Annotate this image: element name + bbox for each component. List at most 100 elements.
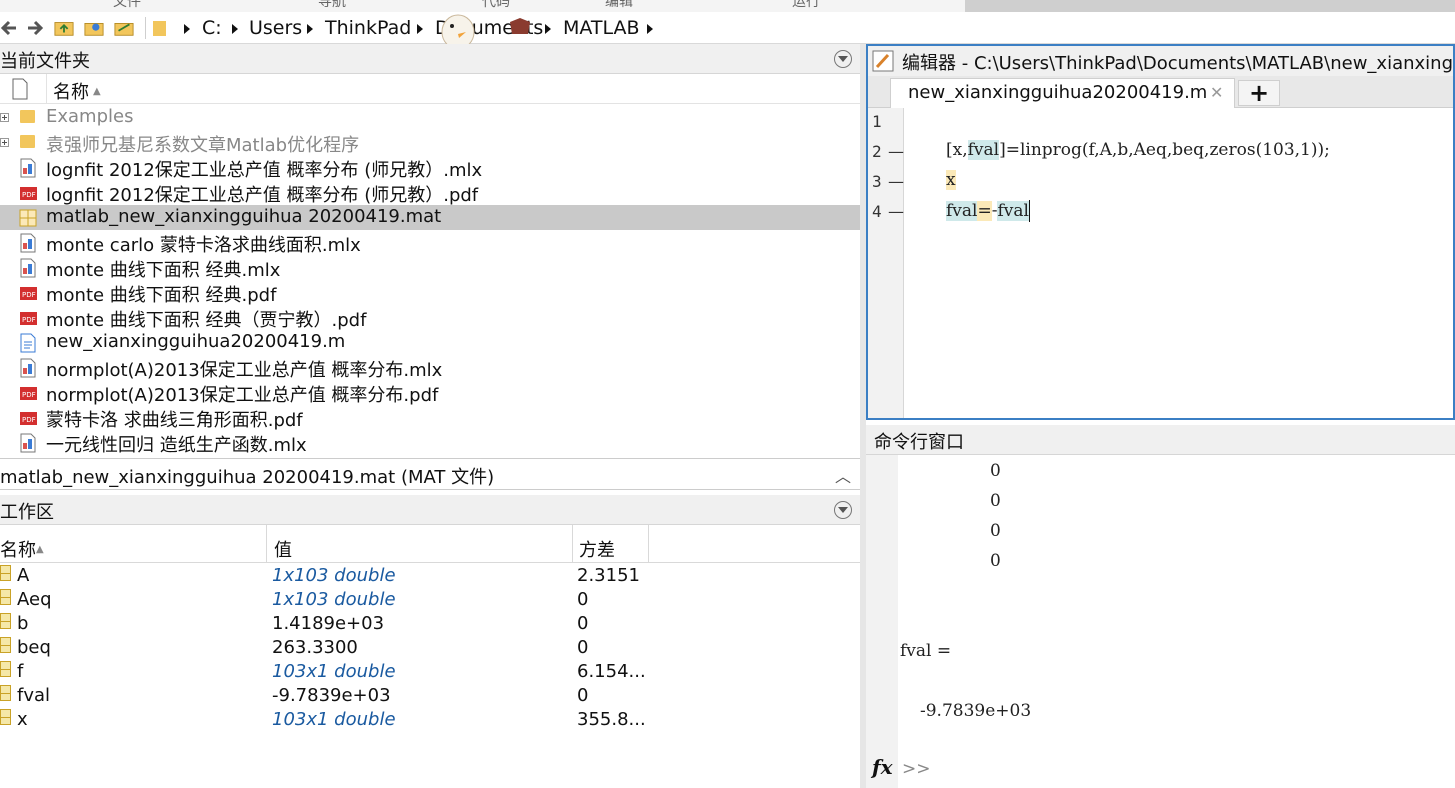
- pdf-file-icon: PDF: [20, 412, 37, 425]
- list-item[interactable]: normplot(A)2013保定工业总产值 概率分布.mlx: [0, 355, 860, 381]
- panel-actions-icon[interactable]: [834, 50, 852, 68]
- ws-col-variance[interactable]: 方差: [579, 536, 615, 562]
- var-variance: 0: [577, 637, 589, 658]
- var-variance: 0: [577, 589, 589, 610]
- file-name: new_xianxingguihua20200419.m: [46, 331, 346, 352]
- list-item[interactable]: Examples: [0, 105, 860, 130]
- var-value: 1x103 double: [272, 565, 396, 586]
- workspace-columns: 名称 ▲ 值 方差: [0, 525, 860, 563]
- code-token: ]=linprog(f,A,b,Aeq,beq,zeros(103,1));: [999, 140, 1330, 160]
- up-folder-icon[interactable]: [54, 18, 74, 38]
- breadcrumb-thinkpad[interactable]: ThinkPad: [325, 17, 411, 39]
- command-window: 命令行窗口 0 0 0 0 fval = -9.7839e+03 fx >>: [866, 425, 1455, 788]
- list-item[interactable]: PDF 蒙特卡洛 求曲线三角形面积.pdf: [0, 405, 860, 431]
- ribbon-section-edit[interactable]: 编辑: [605, 0, 633, 11]
- ws-col-value[interactable]: 值: [274, 536, 292, 562]
- list-item[interactable]: monte carlo 蒙特卡洛求曲线面积.mlx: [0, 230, 860, 256]
- list-item[interactable]: 袁强师兄基尼系数文章Matlab优化程序: [0, 130, 860, 156]
- ribbon-section-file[interactable]: 文件: [113, 0, 141, 11]
- forward-icon[interactable]: [24, 18, 44, 38]
- code-area[interactable]: [x, fval ]=linprog(f,A,b,Aeq,beq,zeros(103…: [905, 108, 1453, 418]
- name-column-header[interactable]: 名称: [53, 78, 89, 104]
- pdf-badge: PDF: [22, 391, 36, 399]
- breakpoint-marker[interactable]: —: [888, 202, 904, 221]
- list-item[interactable]: 一元线性回归 造纸生产函数.mlx: [0, 430, 860, 456]
- chevron-up-icon[interactable]: ︿: [835, 463, 851, 487]
- chevron-right-icon[interactable]: [647, 24, 653, 34]
- chevron-right-icon[interactable]: [545, 24, 551, 34]
- breadcrumb-matlab[interactable]: MATLAB: [563, 17, 640, 39]
- file-name: 袁强师兄基尼系数文章Matlab优化程序: [46, 135, 360, 156]
- file-type-column-icon[interactable]: [11, 78, 29, 100]
- folder-icon: [20, 135, 35, 148]
- browse-folder-icon[interactable]: [84, 18, 104, 38]
- editor-tab-strip: new_xianxingguihua20200419.m ✕ +: [868, 76, 1453, 108]
- editor-title-bar: 编辑器 - C:\Users\ThinkPad\Documents\MATLAB…: [868, 46, 1453, 76]
- output-value: 0: [990, 551, 1001, 571]
- breakpoint-marker[interactable]: —: [888, 142, 904, 161]
- file-name: monte carlo 蒙特卡洛求曲线面积.mlx: [46, 235, 361, 256]
- line-number: 1: [872, 112, 882, 131]
- new-tab-button[interactable]: +: [1238, 80, 1280, 106]
- chevron-right-icon[interactable]: [184, 24, 190, 34]
- variable-icon: [0, 589, 11, 605]
- chevron-right-icon[interactable]: [232, 24, 238, 34]
- chevron-right-icon[interactable]: [417, 24, 423, 34]
- back-icon[interactable]: [0, 18, 20, 38]
- column-divider: [572, 525, 573, 563]
- pdf-badge: PDF: [22, 191, 36, 199]
- var-value: 103x1 double: [272, 661, 396, 682]
- pdf-file-icon: PDF: [20, 187, 37, 200]
- table-row[interactable]: f 103x1 double 6.154...: [0, 660, 860, 684]
- close-tab-icon[interactable]: ✕: [1210, 83, 1223, 102]
- list-item[interactable]: new_xianxingguihua20200419.m: [0, 330, 860, 355]
- list-item[interactable]: monte 曲线下面积 经典.mlx: [0, 255, 860, 281]
- find-files-icon[interactable]: [114, 18, 134, 38]
- table-row[interactable]: Aeq 1x103 double 0: [0, 588, 860, 612]
- code-token-highlight: fval: [997, 200, 1029, 221]
- table-row[interactable]: x 103x1 double 355.8...: [0, 708, 860, 732]
- ribbon-section-navigate[interactable]: 导航: [318, 0, 346, 11]
- list-item[interactable]: lognfit 2012保定工业总产值 概率分布 (师兄教）.mlx: [0, 155, 860, 181]
- file-name: 蒙特卡洛 求曲线三角形面积.pdf: [46, 410, 303, 431]
- list-item[interactable]: PDF monte 曲线下面积 经典（贾宁教）.pdf: [0, 305, 860, 331]
- table-row[interactable]: b 1.4189e+03 0: [0, 612, 860, 636]
- chevron-right-icon[interactable]: [307, 24, 313, 34]
- current-folder-title: 当前文件夹: [0, 51, 90, 72]
- var-value: 1x103 double: [272, 589, 396, 610]
- line-number: 2: [872, 142, 882, 161]
- file-list: Examples 袁强师兄基尼系数文章Matlab优化程序 lognfit 20…: [0, 104, 860, 458]
- variable-icon: [0, 613, 11, 629]
- table-row[interactable]: fval -9.7839e+03 0: [0, 684, 860, 708]
- var-name: b: [17, 613, 29, 634]
- tab-file[interactable]: new_xianxingguihua20200419.m ✕: [890, 78, 1235, 108]
- var-name: fval: [17, 685, 51, 706]
- panel-actions-icon[interactable]: [834, 501, 852, 519]
- ribbon-right-area: [965, 0, 1455, 12]
- editor-title: 编辑器 - C:\Users\ThinkPad\Documents\MATLAB…: [902, 53, 1453, 74]
- var-variance: 355.8...: [577, 709, 646, 730]
- fx-icon[interactable]: fx: [872, 755, 893, 779]
- expand-icon[interactable]: [0, 113, 9, 122]
- ws-col-name[interactable]: 名称: [0, 536, 36, 562]
- list-item-selected[interactable]: matlab_new_xianxingguihua 20200419.mat: [0, 205, 860, 230]
- list-item[interactable]: PDF normplot(A)2013保定工业总产值 概率分布.pdf: [0, 380, 860, 406]
- code-token: [x,: [946, 140, 968, 160]
- breadcrumb-c[interactable]: C:: [202, 17, 222, 39]
- var-name: beq: [17, 637, 51, 658]
- table-row[interactable]: beq 263.3300 0: [0, 636, 860, 660]
- var-variance: 0: [577, 685, 589, 706]
- breadcrumb-users[interactable]: Users: [249, 17, 302, 39]
- ribbon-section-run[interactable]: 运行: [792, 0, 820, 11]
- mlx-file-icon: [20, 358, 36, 378]
- table-row[interactable]: A 1x103 double 2.3151: [0, 564, 860, 588]
- breakpoint-marker[interactable]: —: [888, 172, 904, 191]
- var-variance: 0: [577, 613, 589, 634]
- file-name: normplot(A)2013保定工业总产值 概率分布.mlx: [46, 360, 443, 381]
- var-name: Aeq: [17, 589, 52, 610]
- details-bar[interactable]: matlab_new_xianxingguihua 20200419.mat (…: [0, 458, 860, 490]
- expand-icon[interactable]: [0, 138, 9, 147]
- list-item[interactable]: PDF monte 曲线下面积 经典.pdf: [0, 280, 860, 306]
- list-item[interactable]: PDF lognfit 2012保定工业总产值 概率分布 (师兄教）.pdf: [0, 180, 860, 206]
- command-output[interactable]: 0 0 0 0 fval = -9.7839e+03: [898, 455, 1455, 788]
